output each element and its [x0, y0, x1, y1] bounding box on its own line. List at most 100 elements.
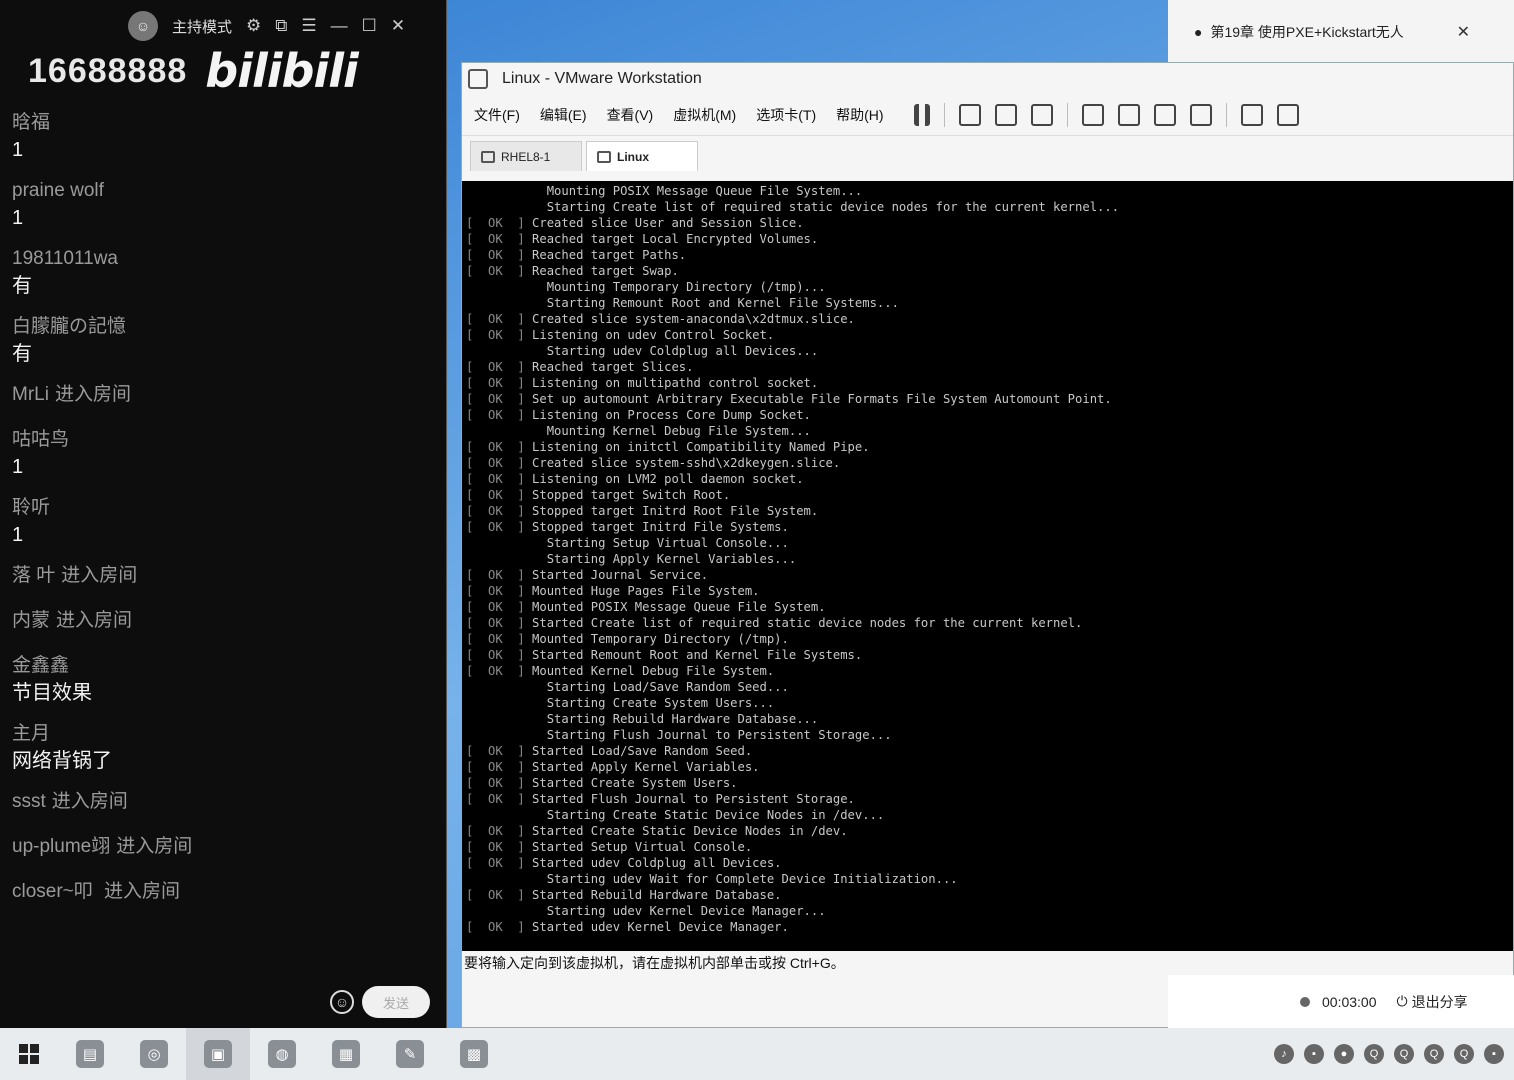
thumbnail-view-icon[interactable]	[1117, 104, 1140, 126]
chat-username[interactable]: up-plume翊	[12, 836, 110, 857]
start-button[interactable]	[0, 1028, 58, 1080]
console-text: Reached target Slices.	[532, 360, 694, 374]
console-text: Started Setup Virtual Console.	[532, 840, 753, 854]
console-line: [ OK ] Reached target Local Encrypted Vo…	[466, 231, 1513, 247]
chat-username[interactable]: 内蒙	[12, 610, 50, 631]
console-text: Reached target Swap.	[532, 264, 679, 278]
vm-console[interactable]: Mounting POSIX Message Queue File System…	[462, 181, 1513, 951]
console-text: Listening on LVM2 poll daemon socket.	[532, 472, 804, 486]
taskbar-app-file-explorer[interactable]: ▤	[58, 1028, 122, 1080]
host-mode-label[interactable]: 主持模式	[172, 16, 232, 37]
menu-vm[interactable]: 虚拟机(M)	[673, 105, 736, 125]
console-status	[466, 904, 547, 918]
taskbar-app-screen[interactable]: ▩	[442, 1028, 506, 1080]
room-header: 16688888 bilibili	[28, 44, 359, 98]
chat-username[interactable]: closer~叩	[12, 881, 93, 902]
chat-username[interactable]: ssst	[12, 791, 46, 812]
chat-username[interactable]: 咕咕鸟	[12, 427, 437, 453]
app-tray-icon[interactable]: ●	[1334, 1044, 1354, 1064]
minimize-icon[interactable]: —	[331, 16, 348, 36]
chat-text: 网络背锅了	[12, 750, 112, 772]
console-line: [ OK ] Reached target Paths.	[466, 247, 1513, 263]
qq-icon[interactable]: Q	[1454, 1044, 1474, 1064]
maximize-icon[interactable]: ☐	[362, 16, 377, 36]
console-text: Started udev Kernel Device Manager.	[532, 920, 789, 934]
chat-text: 1	[12, 139, 24, 161]
chat-username[interactable]: praine wolf	[12, 178, 437, 204]
taskbar-app-browser[interactable]: ◎	[122, 1028, 186, 1080]
chat-text: 节目效果	[12, 682, 92, 704]
chat-username[interactable]: 白朦朧の記憶	[12, 314, 437, 340]
fullscreen-icon[interactable]	[1153, 104, 1176, 126]
library-view-icon[interactable]	[1081, 104, 1104, 126]
chat-username[interactable]: 落 叶	[12, 565, 55, 586]
app-tray-icon[interactable]: ▪	[1484, 1044, 1504, 1064]
menu-help[interactable]: 帮助(H)	[836, 105, 883, 125]
unity-icon[interactable]	[1189, 104, 1212, 126]
browser-tab[interactable]: ● 第19章 使用PXE+Kickstart无人 ✕	[1168, 0, 1514, 64]
qq-icon[interactable]: Q	[1424, 1044, 1444, 1064]
power-icon[interactable]: ⏻	[1397, 993, 1408, 1010]
console-line: [ OK ] Started Create System Users.	[466, 775, 1513, 791]
menu-icon[interactable]: ☰	[301, 16, 316, 36]
console-status: [ OK ]	[466, 376, 533, 390]
console-view-icon[interactable]	[1240, 104, 1263, 126]
folder-icon: ▤	[76, 1040, 104, 1068]
tab-linux[interactable]: Linux	[586, 141, 698, 171]
send-ctrl-alt-del-icon[interactable]	[958, 104, 981, 126]
console-line: Starting Create list of required static …	[466, 199, 1513, 215]
settings-icon[interactable]: ⚙	[246, 16, 261, 36]
taskbar-app-chat[interactable]: ◍	[250, 1028, 314, 1080]
console-text: Listening on udev Control Socket.	[532, 328, 775, 342]
host-avatar[interactable]: ☺	[128, 11, 158, 41]
stretch-view-icon[interactable]	[1276, 104, 1299, 126]
console-text: Starting udev Wait for Complete Device I…	[546, 872, 958, 886]
chat-username[interactable]: 聆听	[12, 495, 437, 521]
console-text: Mounting Kernel Debug File System...	[546, 424, 811, 438]
pause-icon[interactable]	[913, 104, 930, 126]
menu-file[interactable]: 文件(F)	[474, 105, 520, 125]
console-line: [ OK ] Mounted Kernel Debug File System.	[466, 663, 1513, 679]
chat-username[interactable]: 19811011wa	[12, 246, 437, 272]
exit-share-button[interactable]: 退出分享	[1412, 992, 1468, 1012]
console-status: [ OK ]	[466, 600, 533, 614]
console-line: [ OK ] Started Journal Service.	[466, 567, 1513, 583]
console-text: Created slice User and Session Slice.	[532, 216, 804, 230]
taskbar-app-terminal[interactable]: ▦	[314, 1028, 378, 1080]
emoji-icon[interactable]: ☺	[330, 990, 354, 1014]
chat-username[interactable]: 晗福	[12, 110, 437, 136]
taskbar-app-tool[interactable]: ✎	[378, 1028, 442, 1080]
console-status	[466, 536, 547, 550]
menu-edit[interactable]: 编辑(E)	[540, 105, 587, 125]
qq-icon[interactable]: Q	[1394, 1044, 1414, 1064]
popout-icon[interactable]: ⧉	[275, 16, 287, 36]
console-line: [ OK ] Started Create list of required s…	[466, 615, 1513, 631]
console-status	[466, 424, 547, 438]
snapshot-icon[interactable]	[994, 104, 1017, 126]
console-line: [ OK ] Started Apply Kernel Variables.	[466, 759, 1513, 775]
console-text: Started Rebuild Hardware Database.	[532, 888, 782, 902]
close-icon[interactable]: ✕	[391, 16, 405, 36]
console-status: [ OK ]	[466, 440, 533, 454]
tab-rhel8-1[interactable]: RHEL8-1	[470, 141, 582, 171]
console-text: Created slice system-anaconda\x2dtmux.sl…	[532, 312, 855, 326]
taskbar-app-vmware[interactable]: ▣	[186, 1028, 250, 1080]
console-text: Starting Create Static Device Nodes in /…	[546, 808, 885, 822]
chat-username[interactable]: MrLi	[12, 384, 49, 405]
send-button[interactable]: 发送	[362, 986, 430, 1018]
console-line: Starting Apply Kernel Variables...	[466, 551, 1513, 567]
microphone-icon[interactable]: ♪	[1274, 1044, 1294, 1064]
console-text: Stopped target Initrd File Systems.	[532, 520, 789, 534]
console-line: Starting Remount Root and Kernel File Sy…	[466, 295, 1513, 311]
qq-icon[interactable]: Q	[1364, 1044, 1384, 1064]
menu-tabs[interactable]: 选项卡(T)	[756, 105, 816, 125]
entry-action-text: 进入房间	[116, 836, 193, 857]
chat-username[interactable]: 金鑫鑫	[12, 653, 437, 679]
snapshot-manager-icon[interactable]	[1030, 104, 1053, 126]
app-tray-icon[interactable]: ▪	[1304, 1044, 1324, 1064]
vm-icon	[481, 150, 495, 163]
close-icon[interactable]: ✕	[1457, 22, 1470, 42]
chat-username[interactable]: 主月	[12, 721, 437, 747]
console-status: [ OK ]	[466, 392, 533, 406]
menu-view[interactable]: 查看(V)	[607, 105, 654, 125]
